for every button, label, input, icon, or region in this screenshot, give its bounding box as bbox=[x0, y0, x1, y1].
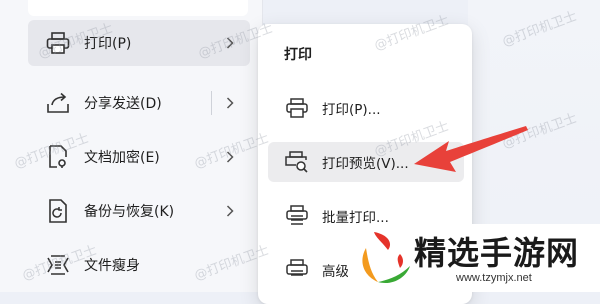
logo-mark-icon bbox=[362, 232, 410, 284]
submenu-item-label: 打印(P)... bbox=[322, 102, 381, 118]
printer-icon bbox=[284, 257, 310, 283]
printer-icon bbox=[44, 29, 72, 57]
menu-item-label: 打印(P) bbox=[84, 36, 132, 52]
menu-top-edge bbox=[28, 0, 248, 16]
menu-item-encrypt[interactable]: 文档加密(E) bbox=[28, 134, 250, 180]
menu-item-label: 分享发送(D) bbox=[84, 96, 162, 112]
site-logo: 精选手游网 www.tzymjx.net bbox=[348, 224, 600, 292]
chevron-right-icon bbox=[222, 95, 238, 111]
submenu-item-label: 打印预览(V)... bbox=[322, 156, 409, 172]
chevron-right-icon bbox=[222, 203, 238, 219]
compress-file-icon bbox=[44, 251, 72, 279]
logo-url-text: www.tzymjx.net bbox=[456, 272, 532, 284]
menu-item-share[interactable]: 分享发送(D) bbox=[28, 80, 250, 126]
menu-item-label: 文件瘦身 bbox=[84, 258, 140, 274]
file-menu: 打印(P) 分享发送(D) 文档加密(E) 备份与恢复(K) 文件瘦身 bbox=[0, 0, 263, 292]
print-preview-icon bbox=[284, 149, 310, 175]
share-icon bbox=[44, 89, 72, 117]
menu-item-label: 备份与恢复(K) bbox=[84, 204, 175, 220]
menu-divider bbox=[211, 91, 212, 115]
logo-brand-text: 精选手游网 bbox=[414, 234, 580, 272]
submenu-title: 打印 bbox=[284, 47, 312, 63]
chevron-right-icon bbox=[222, 149, 238, 165]
menu-item-print[interactable]: 打印(P) bbox=[28, 20, 250, 66]
batch-print-icon bbox=[284, 203, 310, 229]
printer-icon bbox=[284, 95, 310, 121]
chevron-right-icon bbox=[222, 35, 238, 51]
menu-item-slim[interactable]: 文件瘦身 bbox=[28, 242, 250, 288]
document-lock-icon bbox=[44, 143, 72, 171]
menu-item-label: 文档加密(E) bbox=[84, 150, 160, 166]
red-arrow-icon bbox=[414, 126, 528, 172]
submenu-item-label: 高级 bbox=[322, 264, 349, 280]
backup-restore-icon bbox=[44, 197, 72, 225]
menu-item-backup[interactable]: 备份与恢复(K) bbox=[28, 188, 250, 234]
submenu-item-label: 批量打印... bbox=[322, 210, 389, 226]
